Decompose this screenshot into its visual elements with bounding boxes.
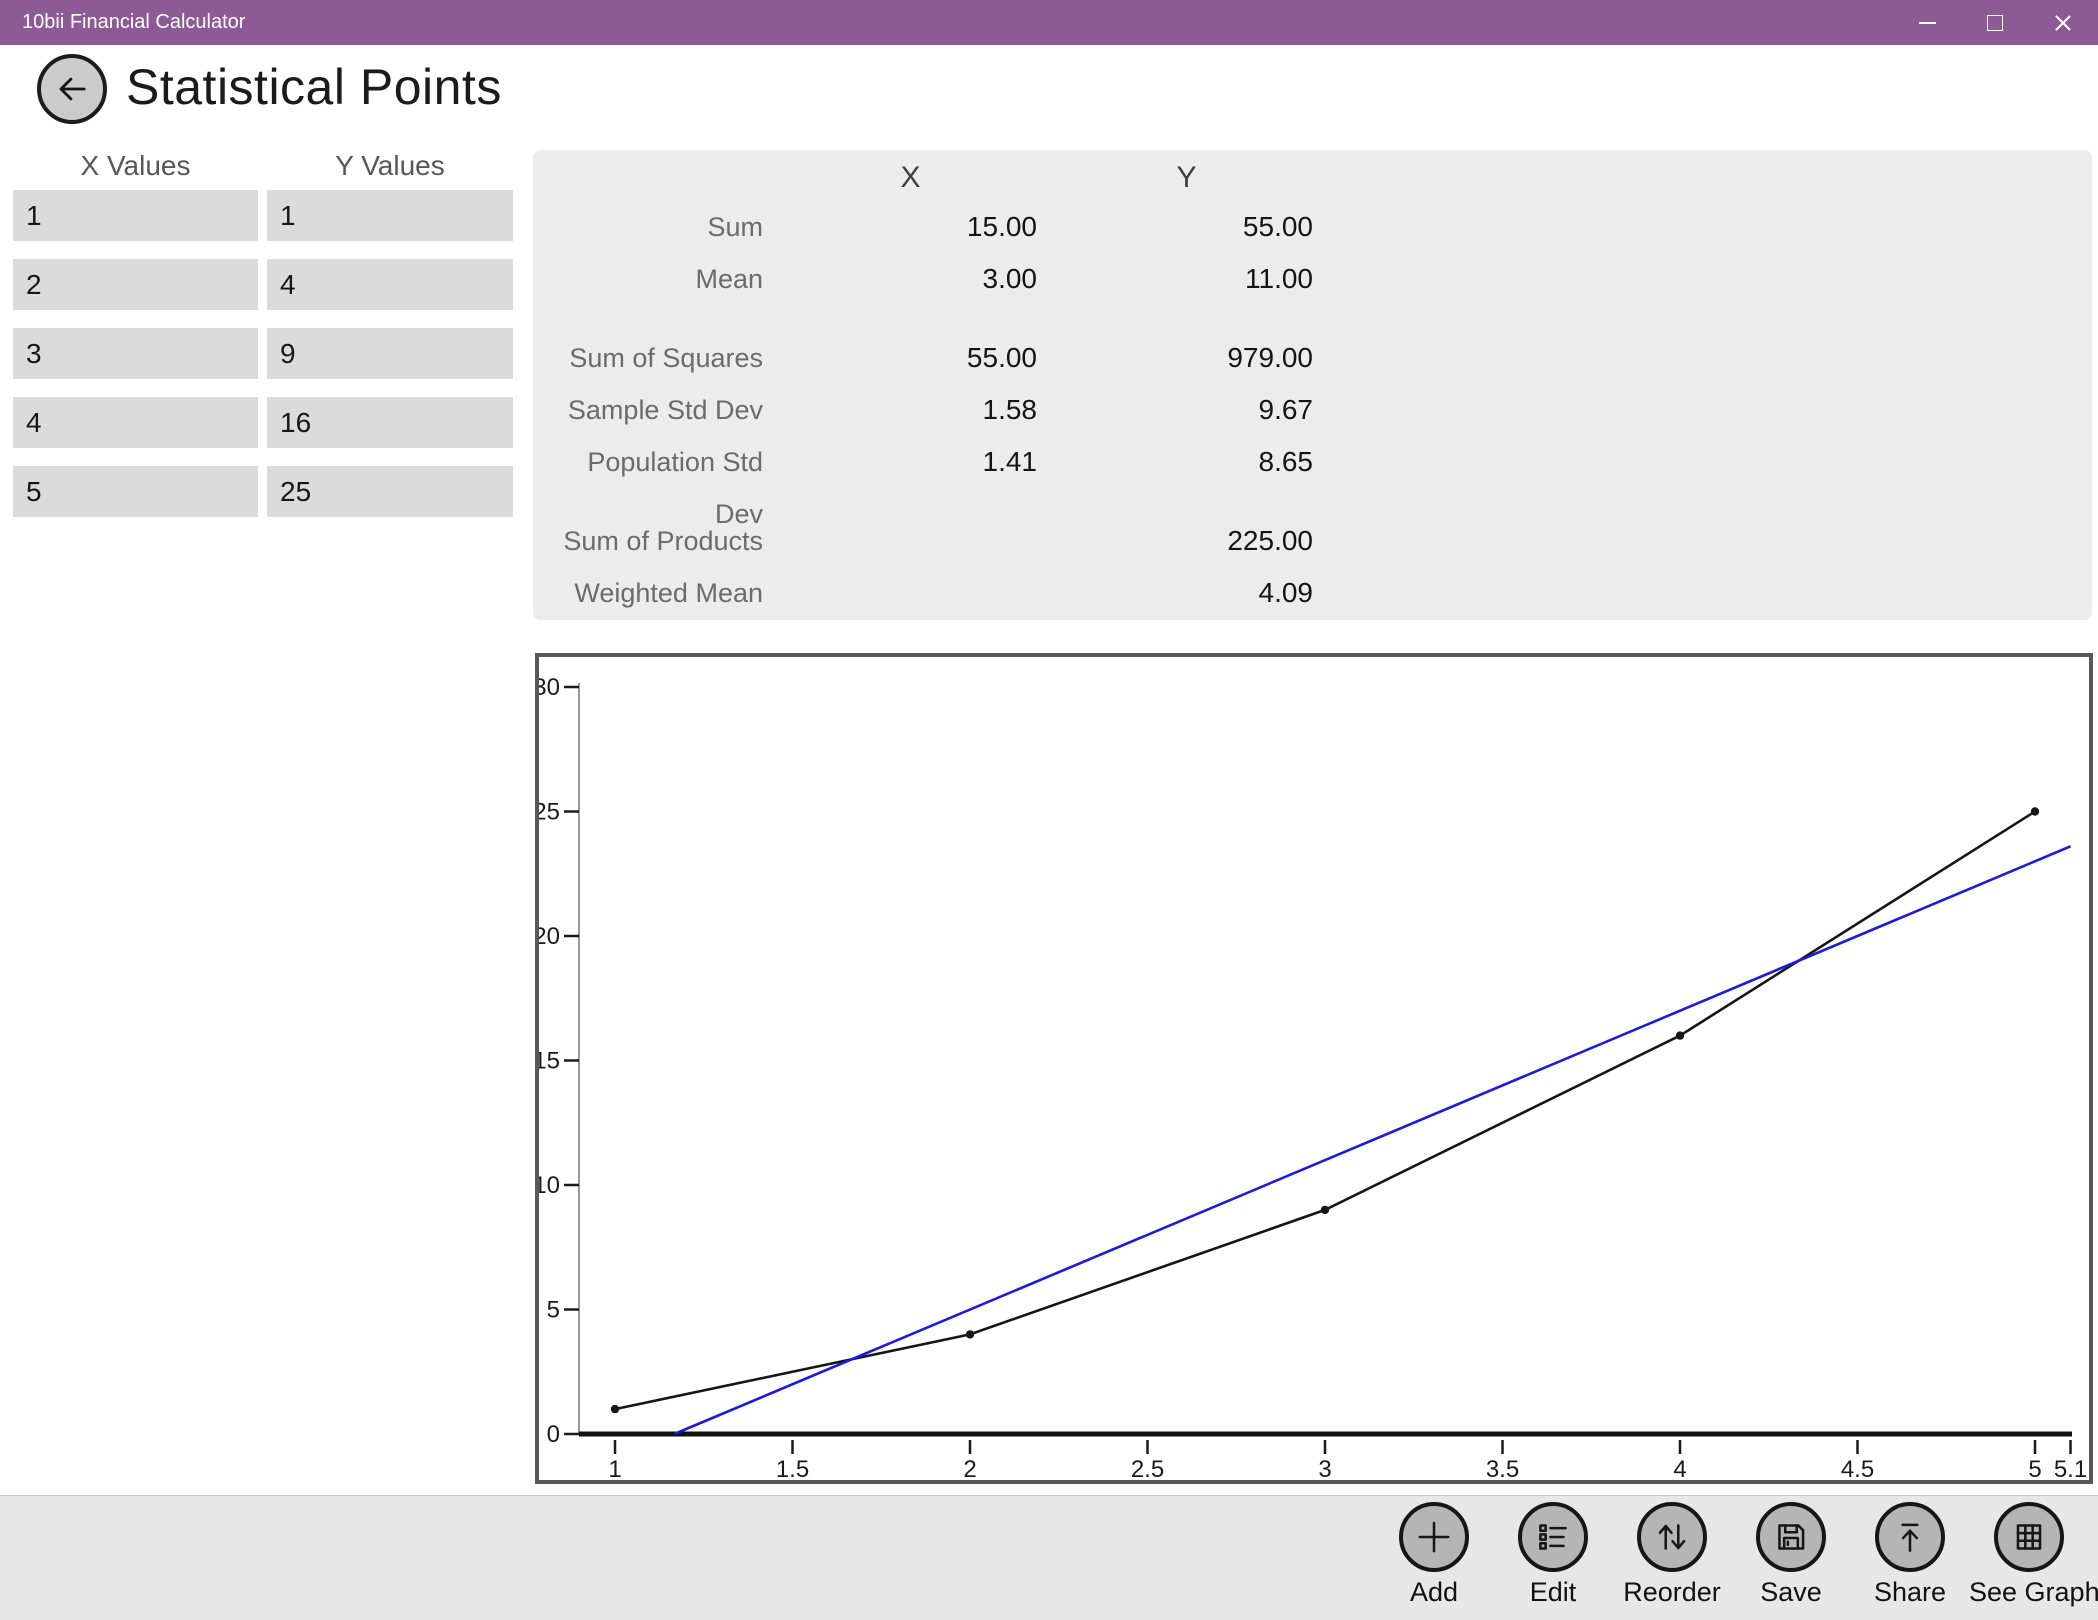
y-values-list: 1 4 9 16 25 (267, 190, 513, 517)
stats-row-mean: Mean 3.00 11.00 (533, 253, 2092, 305)
stat-y-value: 225.00 (1063, 515, 1313, 567)
stat-label: Sum (533, 201, 763, 253)
stats-y-column-header: Y (1060, 158, 1313, 198)
chart-frame: 0 5 10 15 20 25 30 1 1.5 2 2.5 3 3.5 4 4.5 5 5.1 (535, 653, 2093, 1484)
y-value-cell[interactable]: 25 (267, 466, 513, 517)
svg-text:15: 15 (539, 1048, 560, 1075)
stats-row-sum-of-products: Sum of Products 225.00 (533, 515, 2092, 567)
y-value-cell[interactable]: 16 (267, 397, 513, 448)
toolbar: Add Edit Reorder (0, 1495, 2098, 1620)
stat-chart: 0 5 10 15 20 25 30 1 1.5 2 2.5 3 3.5 4 4.5 5 5.1 (539, 657, 2089, 1480)
back-button[interactable] (37, 54, 107, 124)
x-values-list: 1 2 3 4 5 (13, 190, 258, 517)
svg-text:1.5: 1.5 (776, 1456, 809, 1480)
stat-y-value: 9.67 (1063, 384, 1313, 436)
svg-text:5: 5 (2028, 1456, 2041, 1480)
stat-label: Mean (533, 253, 763, 305)
stat-x-value: 55.00 (787, 332, 1037, 384)
y-values-header: Y Values (267, 148, 513, 184)
x-value-cell[interactable]: 2 (13, 259, 258, 310)
svg-text:1: 1 (608, 1456, 621, 1480)
svg-text:25: 25 (539, 799, 560, 826)
x-value-cell[interactable]: 4 (13, 397, 258, 448)
y-value-cell[interactable]: 4 (267, 259, 513, 310)
app-window: 10bii Financial Calculator Statistical P… (0, 0, 2098, 1620)
close-button[interactable] (2030, 0, 2096, 45)
stat-label: Sum of Products (533, 515, 763, 567)
svg-text:2: 2 (963, 1456, 976, 1480)
tool-label: Share (1850, 1577, 1970, 1608)
tool-label: Add (1374, 1577, 1494, 1608)
stat-label: Weighted Mean (533, 567, 763, 619)
stats-row-sum: Sum 15.00 55.00 (533, 201, 2092, 253)
stat-y-value: 8.65 (1063, 436, 1313, 488)
list-icon (1518, 1502, 1588, 1572)
close-icon (2054, 14, 2072, 32)
tool-label: Save (1731, 1577, 1851, 1608)
upload-arrow-icon (1875, 1502, 1945, 1572)
add-button[interactable]: Add (1374, 1502, 1494, 1608)
stat-y-value: 979.00 (1063, 332, 1313, 384)
stat-x-value: 3.00 (787, 253, 1037, 305)
tool-label: See Graph (1969, 1577, 2089, 1608)
see-graph-button[interactable]: See Graph (1969, 1502, 2089, 1608)
svg-text:2.5: 2.5 (1131, 1456, 1164, 1480)
svg-text:5.1: 5.1 (2054, 1456, 2087, 1480)
minimize-button[interactable] (1894, 0, 1960, 45)
titlebar[interactable]: 10bii Financial Calculator (0, 0, 2098, 45)
window-title: 10bii Financial Calculator (22, 0, 245, 45)
minimize-icon (1919, 22, 1936, 24)
maximize-icon (1987, 15, 2003, 31)
stats-rows: Sum 15.00 55.00 Mean 3.00 11.00 Sum of S… (533, 201, 2092, 619)
plus-icon (1399, 1502, 1469, 1572)
stats-panel: X Y Sum 15.00 55.00 Mean 3.00 11.00 Sum … (533, 150, 2092, 620)
up-down-arrows-icon (1637, 1502, 1707, 1572)
save-button[interactable]: Save (1731, 1502, 1851, 1608)
stats-x-column-header: X (783, 158, 1038, 198)
svg-text:4.5: 4.5 (1841, 1456, 1874, 1480)
reorder-button[interactable]: Reorder (1612, 1502, 1732, 1608)
stat-x-value: 1.41 (787, 436, 1037, 488)
svg-text:0: 0 (547, 1421, 560, 1448)
y-value-cell[interactable]: 9 (267, 328, 513, 379)
stat-x-value: 1.58 (787, 384, 1037, 436)
share-button[interactable]: Share (1850, 1502, 1970, 1608)
svg-text:3.5: 3.5 (1486, 1456, 1519, 1480)
tool-label: Reorder (1612, 1577, 1732, 1608)
svg-text:30: 30 (539, 674, 560, 701)
svg-text:4: 4 (1673, 1456, 1686, 1480)
tool-label: Edit (1493, 1577, 1613, 1608)
grid-icon (1994, 1502, 2064, 1572)
y-value-cell[interactable]: 1 (267, 190, 513, 241)
stat-label: Sum of Squares (533, 332, 763, 384)
floppy-disk-icon (1756, 1502, 1826, 1572)
maximize-button[interactable] (1962, 0, 2028, 45)
stats-row-population-std-dev: Population Std Dev 1.41 8.65 (533, 436, 2092, 488)
stat-label: Sample Std Dev (533, 384, 763, 436)
page-title: Statistical Points (126, 58, 502, 116)
svg-text:20: 20 (539, 923, 560, 950)
stats-row-sum-of-squares: Sum of Squares 55.00 979.00 (533, 332, 2092, 384)
arrow-left-icon (50, 67, 94, 111)
x-value-cell[interactable]: 5 (13, 466, 258, 517)
x-value-cell[interactable]: 1 (13, 190, 258, 241)
svg-text:5: 5 (547, 1297, 560, 1324)
x-values-header: X Values (13, 148, 258, 184)
stats-row-weighted-mean: Weighted Mean 4.09 (533, 567, 2092, 619)
stat-y-value: 4.09 (1063, 567, 1313, 619)
stat-y-value: 55.00 (1063, 201, 1313, 253)
stat-y-value: 11.00 (1063, 253, 1313, 305)
x-value-cell[interactable]: 3 (13, 328, 258, 379)
stat-x-value: 15.00 (787, 201, 1037, 253)
svg-text:10: 10 (539, 1172, 560, 1199)
stats-row-sample-std-dev: Sample Std Dev 1.58 9.67 (533, 384, 2092, 436)
edit-button[interactable]: Edit (1493, 1502, 1613, 1608)
svg-text:3: 3 (1318, 1456, 1331, 1480)
